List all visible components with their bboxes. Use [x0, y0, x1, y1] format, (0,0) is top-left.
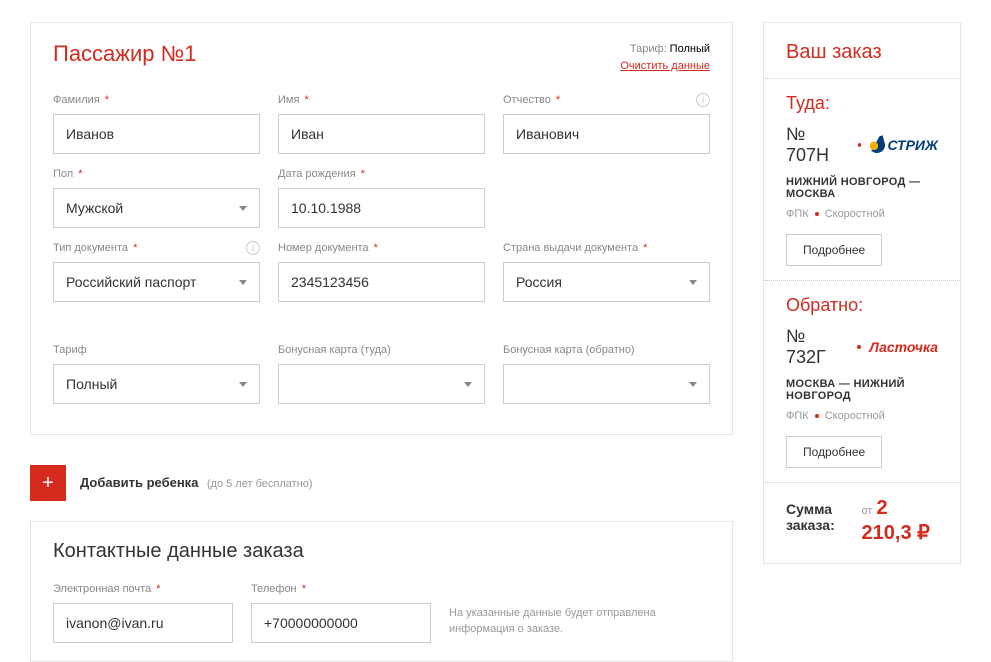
total-label: Сумма заказа: [786, 501, 862, 533]
clear-data-link[interactable]: Очистить данные [620, 58, 710, 75]
chevron-down-icon [239, 280, 247, 285]
details-back-button[interactable]: Подробнее [786, 436, 882, 468]
phone-label: Телефон * [251, 583, 306, 595]
gender-label: Пол * [53, 168, 83, 180]
dob-label: Дата рождения * [278, 168, 365, 180]
route-back: МОСКВА — НИЖНИЙ НОВГОРОД [786, 378, 938, 402]
carrier-to: ФПК [786, 208, 809, 220]
details-to-button[interactable]: Подробнее [786, 234, 882, 266]
country-label: Страна выдачи документа * [503, 242, 647, 254]
bonus-to-label: Бонусная карта (туда) [278, 344, 391, 356]
gender-select[interactable]: Мужской [53, 188, 260, 228]
chevron-down-icon [689, 382, 697, 387]
doctype-label: Тип документа * [53, 242, 137, 254]
add-child-label[interactable]: Добавить ребенка [80, 475, 198, 490]
contact-panel: Контактные данные заказа Электронная поч… [30, 521, 733, 662]
brand-strizh-logo: СТРИЖ [869, 137, 938, 153]
direction-back-label: Обратно: [786, 295, 938, 316]
chevron-down-icon [239, 382, 247, 387]
contact-title: Контактные данные заказа [53, 540, 710, 563]
tariff-select[interactable]: Полный [53, 364, 260, 404]
total-price: от2 210,3 ₽ [862, 497, 938, 545]
dot-icon [815, 212, 819, 216]
order-sidebar: Ваш заказ Туда: № 707Н СТРИЖ НИЖНИЙ НОВГ… [763, 22, 961, 662]
tariff-label: Тариф [53, 344, 87, 356]
route-to: НИЖНИЙ НОВГОРОД — МОСКВА [786, 176, 938, 200]
train-back-number: № 732Г [786, 326, 849, 368]
order-title: Ваш заказ [786, 41, 938, 64]
brand-lastochka-logo: Ласточка [869, 339, 938, 355]
passenger-title: Пассажир №1 [53, 41, 196, 67]
passenger-panel: Пассажир №1 Тариф: Полный Очистить данны… [30, 22, 733, 435]
doctype-select[interactable]: Российский паспорт [53, 262, 260, 302]
docnum-input[interactable] [278, 262, 485, 302]
lastname-label: Фамилия * [53, 94, 109, 106]
email-label: Электронная почта * [53, 583, 161, 595]
email-input[interactable] [53, 603, 233, 643]
chevron-down-icon [689, 280, 697, 285]
tariff-line: Тариф: Полный [620, 41, 710, 58]
divider [764, 78, 960, 79]
type-to: Скоростной [825, 208, 885, 220]
direction-to-label: Туда: [786, 93, 938, 114]
info-icon[interactable]: i [696, 93, 710, 107]
info-icon[interactable]: i [246, 241, 260, 255]
dot-icon [815, 414, 819, 418]
dot-icon [858, 143, 862, 147]
phone-input[interactable] [251, 603, 431, 643]
main-column: Пассажир №1 Тариф: Полный Очистить данны… [30, 22, 733, 662]
add-child-button[interactable]: + [30, 465, 66, 501]
divider [764, 482, 960, 483]
divider [764, 280, 960, 281]
train-to-number: № 707Н [786, 124, 850, 166]
patronymic-input[interactable] [503, 114, 710, 154]
dot-icon [857, 345, 861, 349]
dob-input[interactable] [278, 188, 485, 228]
patronymic-label: Отчество * [503, 94, 560, 106]
contact-hint: На указанные данные будет отправлена инф… [449, 606, 710, 643]
chevron-down-icon [239, 206, 247, 211]
firstname-input[interactable] [278, 114, 485, 154]
carrier-back: ФПК [786, 410, 809, 422]
lastname-input[interactable] [53, 114, 260, 154]
type-back: Скоростной [825, 410, 885, 422]
add-child-hint: (до 5 лет бесплатно) [207, 478, 313, 490]
add-child-row: + Добавить ребенка (до 5 лет бесплатно) [30, 465, 733, 501]
firstname-label: Имя * [278, 94, 309, 106]
bonus-to-select[interactable] [278, 364, 485, 404]
bonus-back-select[interactable] [503, 364, 710, 404]
chevron-down-icon [464, 382, 472, 387]
country-select[interactable]: Россия [503, 262, 710, 302]
docnum-label: Номер документа * [278, 242, 378, 254]
bonus-back-label: Бонусная карта (обратно) [503, 344, 635, 356]
